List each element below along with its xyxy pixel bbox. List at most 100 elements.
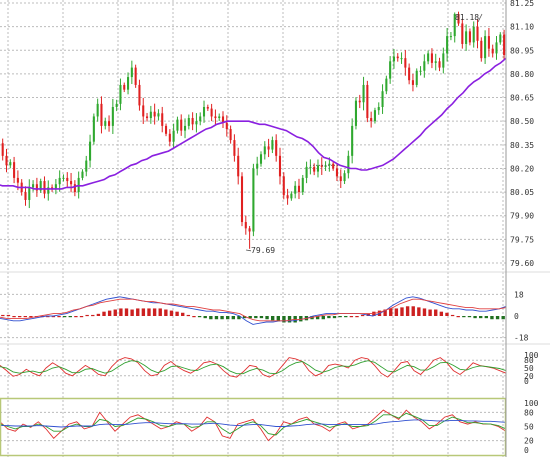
candle-body [164,125,168,134]
candle-body [58,177,61,185]
candle-body [244,222,247,229]
macd-histogram-bar [422,308,427,316]
candle-body [362,84,365,103]
candle-body [206,107,209,109]
macd-histogram-bar [462,316,466,318]
candle-body [104,121,107,126]
macd-histogram-bar [450,314,455,317]
macd-histogram-bar [141,308,146,316]
candle-body [142,105,145,117]
macd-histogram-bar [355,316,359,318]
candle-body [28,187,31,200]
macd-histogram-bar [400,307,404,316]
candle-body [168,133,171,142]
price-tick-label: 79.75 [510,235,534,244]
candle-body [73,184,76,193]
macd-tick-label: -18 [514,334,529,343]
macd-histogram-bar [473,316,477,319]
candle-body [263,146,266,155]
macd-histogram-bar [338,316,342,318]
macd-histogram-bar [479,316,483,319]
chart-background [0,0,550,457]
oscillator-1-tick-label: 0 [524,377,529,386]
candle-body [145,116,149,119]
price-tick-label: 80.35 [510,141,534,150]
candle-body [343,173,346,182]
macd-histogram-bar [389,308,393,316]
candle-body [316,165,320,172]
candle-body [286,195,289,199]
candle-body [438,61,441,68]
candle-body [134,67,137,85]
candle-body [366,84,369,119]
candle-body [161,113,164,126]
price-tick-label: 81.25 [510,0,534,8]
candle-body [305,166,308,178]
macd-histogram-bar [231,316,236,320]
candle-body [89,141,92,161]
candle-body [442,53,445,68]
macd-histogram-bar [1,314,5,317]
candle-body [408,67,411,81]
macd-histogram-bar [197,316,202,318]
candle-body [476,26,479,41]
macd-histogram-bar [23,316,27,318]
macd-histogram-bar [467,316,472,318]
macd-histogram-bar [57,316,61,318]
candle-body [400,58,403,60]
macd-histogram-bar [107,310,112,316]
macd-histogram-bar [360,314,365,317]
candle-body [370,118,373,122]
macd-histogram-bar [226,316,230,320]
candle-body [176,119,179,131]
macd-histogram-bar [434,309,438,316]
macd-histogram-bar [192,316,196,318]
candle-body [468,31,471,43]
high-price-label: 81.18 [455,13,479,22]
macd-histogram-bar [501,316,505,320]
candle-body [16,177,19,183]
macd-histogram-bar [164,309,168,316]
candle-body [138,84,141,106]
candle-body [373,110,376,122]
candle-body [434,61,437,63]
candle-body [499,34,502,43]
macd-histogram-bar [102,311,106,316]
candle-body [119,84,122,104]
candle-body [278,155,282,177]
macd-histogram-bar [124,308,129,316]
candle-body [392,56,395,62]
candle-body [9,162,12,166]
candle-body [81,171,84,178]
candle-body [419,70,422,72]
macd-histogram-bar [411,306,415,316]
candle-body [240,176,244,223]
candle-body [290,193,293,199]
candle-body [313,166,316,172]
price-tick-label: 80.95 [510,46,534,55]
candle-body [465,31,468,44]
candle-body [149,111,152,119]
candle-body [115,103,118,107]
macd-histogram-bar [332,316,337,319]
candle-body [1,143,4,156]
macd-histogram-bar [254,316,258,319]
candle-body [123,84,126,90]
price-tick-label: 80.65 [510,94,534,103]
low-price-label: 79.69 [251,246,275,255]
macd-histogram-bar [113,309,117,316]
price-tick-label: 80.20 [510,164,534,173]
macd-histogram-bar [495,316,500,320]
candle-body [449,36,452,38]
candle-body [495,42,498,54]
macd-histogram-bar [209,316,213,320]
candle-body [411,80,414,85]
candle-body [301,177,304,193]
candle-body [233,140,236,156]
macd-histogram-bar [405,306,410,316]
macd-histogram-bar [214,316,219,320]
oscillator-2-tick-label: 20 [524,437,534,446]
macd-histogram-bar [17,316,22,318]
macd-histogram-bar [287,316,292,323]
oscillator-2-tick-label: 100 [524,399,539,408]
